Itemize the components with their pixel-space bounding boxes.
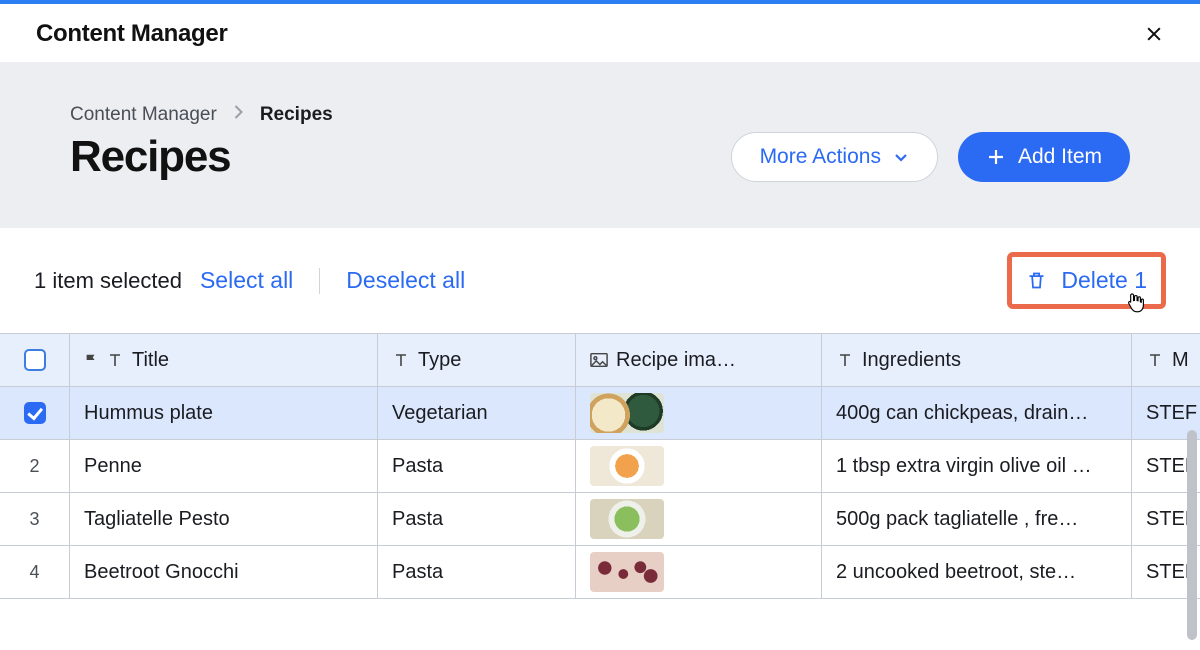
chevron-down-icon bbox=[893, 149, 909, 165]
close-icon bbox=[1144, 24, 1164, 44]
text-type-icon bbox=[836, 351, 854, 369]
cell-type[interactable]: Pasta bbox=[378, 546, 576, 598]
table-row[interactable]: 2PennePasta 1 tbsp extra virgin olive oil… bbox=[0, 440, 1200, 493]
column-header-type[interactable]: Type bbox=[378, 334, 576, 386]
modal-header: Content Manager bbox=[0, 4, 1200, 62]
cell-ingredients[interactable]: 400g can chickpeas, drain… bbox=[822, 387, 1132, 439]
cell-title[interactable]: Beetroot Gnocchi bbox=[70, 546, 378, 598]
breadcrumb-root[interactable]: Content Manager bbox=[70, 104, 217, 126]
row-index-cell[interactable]: 4 bbox=[0, 546, 70, 598]
column-type-label: Type bbox=[418, 349, 461, 372]
cell-title[interactable]: Hummus plate bbox=[70, 387, 378, 439]
checkbox-icon bbox=[24, 349, 46, 371]
recipe-thumbnail bbox=[590, 446, 664, 486]
modal-title: Content Manager bbox=[36, 20, 228, 48]
flag-icon bbox=[84, 351, 98, 369]
recipe-thumbnail bbox=[590, 499, 664, 539]
delete-label: Delete 1 bbox=[1061, 267, 1147, 294]
selection-count: 1 item selected bbox=[34, 268, 182, 294]
cell-image[interactable] bbox=[576, 493, 822, 545]
column-header-ingredients[interactable]: Ingredients bbox=[822, 334, 1132, 386]
header-checkbox-cell[interactable] bbox=[0, 334, 70, 386]
data-table: Title Type Recipe ima… Ingredients M Hum… bbox=[0, 333, 1200, 599]
text-type-icon bbox=[1146, 351, 1164, 369]
column-header-image[interactable]: Recipe ima… bbox=[576, 334, 822, 386]
column-header-title[interactable]: Title bbox=[70, 334, 378, 386]
table-row[interactable]: 4Beetroot GnocchiPasta 2 uncooked beetroo… bbox=[0, 546, 1200, 599]
deselect-all-link[interactable]: Deselect all bbox=[346, 267, 465, 294]
more-actions-button[interactable]: More Actions bbox=[731, 132, 938, 182]
pointer-cursor-icon bbox=[1124, 292, 1145, 318]
cell-title[interactable]: Penne bbox=[70, 440, 378, 492]
column-title-label: Title bbox=[132, 349, 169, 372]
trash-icon bbox=[1026, 270, 1047, 291]
recipe-thumbnail bbox=[590, 552, 664, 592]
table-row[interactable]: 3Tagliatelle PestoPasta 500g pack tagliat… bbox=[0, 493, 1200, 546]
cell-ingredients[interactable]: 1 tbsp extra virgin olive oil … bbox=[822, 440, 1132, 492]
table-row[interactable]: Hummus plateVegetarian 400g can chickpeas… bbox=[0, 387, 1200, 440]
column-steps-label: M bbox=[1172, 349, 1189, 372]
text-type-icon bbox=[106, 351, 124, 369]
page-title: Recipes bbox=[70, 132, 333, 182]
checkbox-icon bbox=[24, 402, 46, 424]
column-image-label: Recipe ima… bbox=[616, 349, 736, 372]
breadcrumb-current: Recipes bbox=[260, 104, 333, 126]
cell-image[interactable] bbox=[576, 387, 822, 439]
cell-ingredients[interactable]: 500g pack tagliatelle , fre… bbox=[822, 493, 1132, 545]
row-index-cell[interactable]: 3 bbox=[0, 493, 70, 545]
cell-type[interactable]: Vegetarian bbox=[378, 387, 576, 439]
cell-type[interactable]: Pasta bbox=[378, 440, 576, 492]
cell-ingredients[interactable]: 2 uncooked beetroot, ste… bbox=[822, 546, 1132, 598]
selection-toolbar: 1 item selected Select all Deselect all … bbox=[0, 228, 1200, 333]
row-index-cell[interactable]: 2 bbox=[0, 440, 70, 492]
page-hero: Content Manager Recipes Recipes More Act… bbox=[0, 62, 1200, 228]
column-header-steps[interactable]: M bbox=[1132, 334, 1200, 386]
vertical-scrollbar[interactable] bbox=[1187, 430, 1197, 640]
delete-selected-button[interactable]: Delete 1 bbox=[1007, 252, 1166, 309]
cell-type[interactable]: Pasta bbox=[378, 493, 576, 545]
chevron-right-icon bbox=[233, 104, 244, 126]
cell-image[interactable] bbox=[576, 546, 822, 598]
table-header-row: Title Type Recipe ima… Ingredients M bbox=[0, 334, 1200, 387]
cell-image[interactable] bbox=[576, 440, 822, 492]
close-button[interactable] bbox=[1140, 20, 1168, 48]
image-icon bbox=[590, 351, 608, 369]
plus-icon bbox=[986, 147, 1006, 167]
divider bbox=[319, 268, 320, 294]
select-all-link[interactable]: Select all bbox=[200, 267, 293, 294]
cell-title[interactable]: Tagliatelle Pesto bbox=[70, 493, 378, 545]
more-actions-label: More Actions bbox=[760, 145, 881, 169]
row-index-cell[interactable] bbox=[0, 387, 70, 439]
recipe-thumbnail bbox=[590, 393, 664, 433]
add-item-button[interactable]: Add Item bbox=[958, 132, 1130, 182]
column-ingredients-label: Ingredients bbox=[862, 349, 961, 372]
add-item-label: Add Item bbox=[1018, 145, 1102, 169]
breadcrumb: Content Manager Recipes bbox=[70, 104, 333, 126]
text-type-icon bbox=[392, 351, 410, 369]
